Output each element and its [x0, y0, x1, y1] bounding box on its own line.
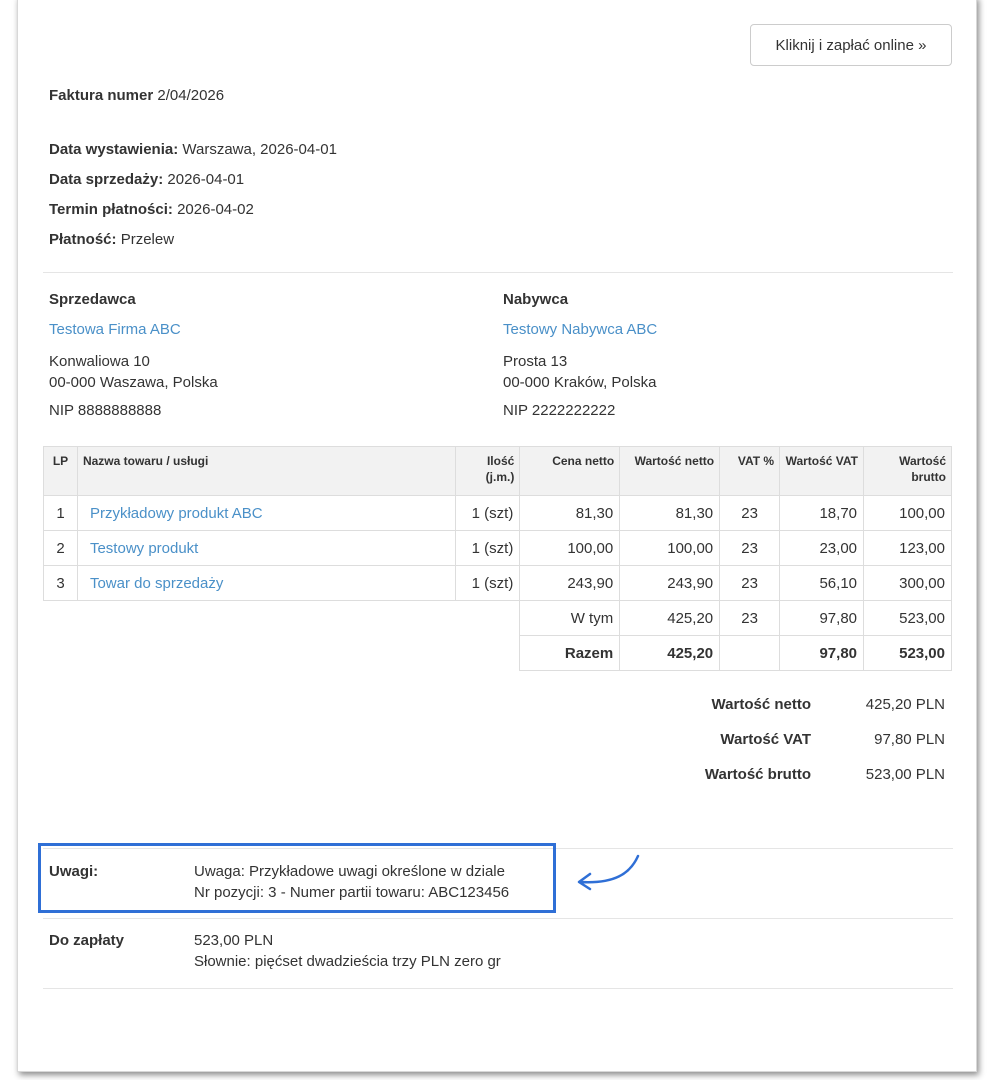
- table-row: 2 Testowy produkt 1 (szt) 100,00 100,00 …: [43, 530, 952, 566]
- meta-issue-date: Data wystawienia: Warszawa, 2026-04-01: [49, 135, 337, 165]
- divider: [43, 272, 953, 273]
- cell-price: 243,90: [519, 565, 621, 601]
- table-row: 3 Towar do sprzedaży 1 (szt) 243,90 243,…: [43, 565, 952, 601]
- meta-value: Warszawa, 2026-04-01: [182, 141, 337, 158]
- cell-gross: 300,00: [863, 565, 952, 601]
- subtotal-label: W tym: [519, 600, 621, 636]
- cell-vat-rate: 23: [719, 530, 781, 566]
- pointer-arrow-icon: [577, 854, 640, 891]
- summary-gross-value: 523,00 PLN: [865, 766, 945, 783]
- summary-vat-label: Wartość VAT: [720, 731, 811, 748]
- seller-name-link[interactable]: Testowa Firma ABC: [49, 321, 469, 339]
- seller-city: 00-000 Waszawa, Polska: [49, 374, 218, 391]
- seller-address: Konwaliowa 10 00-000 Waszawa, Polska: [49, 351, 469, 393]
- col-header-gross: Wartość brutto: [863, 446, 952, 496]
- buyer-city: 00-000 Kraków, Polska: [503, 374, 657, 391]
- buyer-street: Prosta 13: [503, 353, 568, 370]
- col-header-net: Wartość netto: [619, 446, 721, 496]
- cell-product-link[interactable]: Testowy produkt: [76, 530, 457, 566]
- invoice-number: 2/04/2026: [157, 87, 225, 104]
- meta-label: Data wystawienia:: [49, 141, 179, 158]
- blank-cell: [44, 636, 520, 671]
- cell-price: 81,30: [519, 495, 621, 531]
- cell-vat: 56,10: [779, 565, 865, 601]
- seller-nip: NIP 8888888888: [49, 402, 162, 419]
- col-header-price: Cena netto: [519, 446, 621, 496]
- meta-value: 2026-04-01: [167, 171, 245, 188]
- cell-lp: 2: [43, 530, 78, 566]
- buyer-heading: Nabywca: [503, 291, 569, 308]
- cell-net: 243,90: [619, 565, 721, 601]
- cell-qty: 1 (szt): [455, 565, 521, 601]
- invoice-meta: Data wystawienia: Warszawa, 2026-04-01 D…: [49, 135, 337, 255]
- cell-qty: 1 (szt): [455, 495, 521, 531]
- divider: [43, 918, 953, 919]
- payment-due-amount: 523,00 PLN: [194, 932, 274, 949]
- meta-sale-date: Data sprzedaży: 2026-04-01: [49, 165, 337, 195]
- cell-gross: 100,00: [863, 495, 952, 531]
- col-header-vat-rate: VAT %: [719, 446, 781, 496]
- items-table: LP Nazwa towaru / usługi Ilość (j.m.) Ce…: [43, 446, 952, 671]
- col-header-lp: LP: [43, 446, 78, 496]
- col-header-vat: Wartość VAT: [779, 446, 865, 496]
- cell-net: 100,00: [619, 530, 721, 566]
- invoice-title: Faktura numer 2/04/2026: [49, 87, 224, 104]
- total-row: Razem 425,20 97,80 523,00: [44, 635, 952, 671]
- summary-gross-label: Wartość brutto: [704, 766, 811, 783]
- cell-vat-rate: 23: [719, 565, 781, 601]
- notes-highlight-box: [38, 843, 556, 913]
- buyer-address: Prosta 13 00-000 Kraków, Polska: [503, 351, 923, 393]
- invoice-title-label: Faktura numer: [49, 87, 154, 104]
- summary-net-value: 425,20 PLN: [865, 696, 945, 713]
- meta-label: Płatność:: [49, 231, 117, 248]
- subtotal-vat-rate: 23: [719, 600, 781, 636]
- blank-cell: [44, 601, 520, 636]
- subtotal-row: W tym 425,20 23 97,80 523,00: [44, 600, 952, 636]
- meta-label: Termin płatności:: [49, 201, 173, 218]
- total-vat-rate: [719, 635, 781, 671]
- payment-due-words: Słownie: pięćset dwadzieścia trzy PLN ze…: [194, 953, 501, 970]
- subtotal-vat: 97,80: [779, 600, 865, 636]
- pay-online-button[interactable]: Kliknij i zapłać online »: [750, 24, 952, 66]
- cell-product-link[interactable]: Przykładowy produkt ABC: [76, 495, 457, 531]
- table-header-row: LP Nazwa towaru / usługi Ilość (j.m.) Ce…: [43, 446, 952, 496]
- cell-vat: 23,00: [779, 530, 865, 566]
- meta-value: Przelew: [120, 231, 175, 248]
- col-header-qty: Ilość (j.m.): [455, 446, 521, 496]
- subtotal-net: 425,20: [619, 600, 721, 636]
- invoice-page: Kliknij i zapłać online » Faktura numer …: [17, 0, 977, 1072]
- col-header-name: Nazwa towaru / usługi: [76, 446, 457, 496]
- cell-product-link[interactable]: Towar do sprzedaży: [76, 565, 457, 601]
- meta-value: 2026-04-02: [177, 201, 254, 218]
- meta-due-date: Termin płatności: 2026-04-02: [49, 195, 337, 225]
- summary-vat-value: 97,80 PLN: [874, 731, 945, 748]
- seller-block: Sprzedawca Testowa Firma ABC Konwaliowa …: [49, 291, 469, 420]
- cell-gross: 123,00: [863, 530, 952, 566]
- cell-vat: 18,70: [779, 495, 865, 531]
- buyer-block: Nabywca Testowy Nabywca ABC Prosta 13 00…: [503, 291, 923, 420]
- cell-vat-rate: 23: [719, 495, 781, 531]
- cell-lp: 1: [43, 495, 78, 531]
- table-row: 1 Przykładowy produkt ABC 1 (szt) 81,30 …: [43, 495, 952, 531]
- total-gross: 523,00: [863, 635, 952, 671]
- buyer-nip: NIP 2222222222: [503, 402, 616, 419]
- seller-heading: Sprzedawca: [49, 291, 136, 308]
- divider: [43, 988, 953, 989]
- meta-label: Data sprzedaży:: [49, 171, 164, 188]
- cell-qty: 1 (szt): [455, 530, 521, 566]
- total-net: 425,20: [619, 635, 721, 671]
- buyer-name-link[interactable]: Testowy Nabywca ABC: [503, 321, 923, 339]
- cell-net: 81,30: [619, 495, 721, 531]
- meta-payment-method: Płatność: Przelew: [49, 225, 337, 255]
- seller-street: Konwaliowa 10: [49, 353, 150, 370]
- payment-due-label: Do zapłaty: [49, 932, 125, 949]
- total-vat: 97,80: [779, 635, 865, 671]
- summary-net-label: Wartość netto: [711, 696, 811, 713]
- cell-lp: 3: [43, 565, 78, 601]
- cell-price: 100,00: [519, 530, 621, 566]
- total-label: Razem: [519, 635, 621, 671]
- payment-due-text: 523,00 PLN Słownie: pięćset dwadzieścia …: [194, 930, 501, 972]
- subtotal-gross: 523,00: [863, 600, 952, 636]
